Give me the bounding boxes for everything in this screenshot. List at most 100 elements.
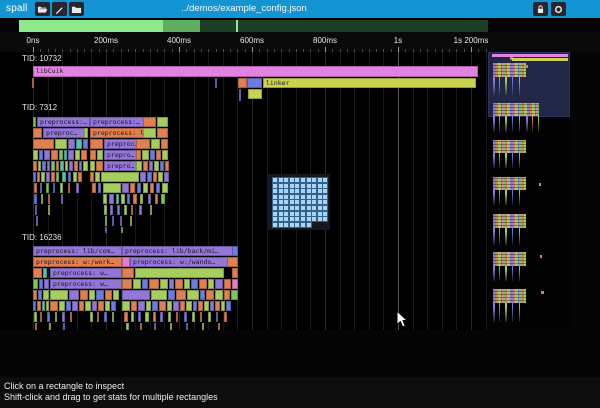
flame-rect[interactable]	[150, 205, 152, 215]
flame-rect[interactable]	[160, 312, 163, 322]
flame-rect[interactable]	[33, 279, 38, 289]
flame-rect[interactable]	[156, 150, 161, 160]
flame-rect[interactable]	[238, 78, 247, 88]
flame-rect[interactable]	[133, 279, 141, 289]
flame-rect[interactable]	[40, 312, 42, 322]
flame-rect[interactable]	[135, 268, 224, 278]
flame-rect[interactable]	[83, 139, 88, 149]
flame-rect[interactable]	[184, 279, 190, 289]
flame-rect[interactable]	[51, 161, 55, 171]
flame-rect[interactable]	[105, 216, 107, 226]
flame-rect[interactable]	[34, 183, 37, 193]
flame-rect[interactable]	[126, 323, 129, 330]
flame-rect[interactable]	[48, 205, 50, 215]
flame-rect[interactable]	[162, 150, 168, 160]
flame-rect[interactable]: preprocess: lib/com…	[33, 246, 122, 256]
flame-rect[interactable]	[109, 194, 114, 204]
flame-rect[interactable]	[147, 172, 152, 182]
flame-rect[interactable]	[192, 312, 195, 322]
flame-rect[interactable]	[131, 205, 133, 215]
flame-rect[interactable]: preproc…	[104, 139, 138, 149]
flame-rect[interactable]	[168, 290, 175, 300]
flame-rect[interactable]	[36, 216, 38, 226]
flame-rect[interactable]	[73, 172, 77, 182]
flame-rect[interactable]	[90, 150, 96, 160]
flame-rect[interactable]	[85, 301, 91, 311]
flame-rect[interactable]	[92, 301, 97, 311]
flame-rect[interactable]	[200, 290, 205, 300]
flame-rect[interactable]	[137, 183, 141, 193]
flame-rect[interactable]	[79, 161, 82, 171]
flame-rect[interactable]	[68, 172, 71, 182]
flame-rect[interactable]	[153, 312, 156, 322]
flame-rect[interactable]	[156, 183, 160, 193]
flame-rect[interactable]	[117, 205, 120, 215]
flame-rect[interactable]	[121, 194, 125, 204]
flame-rect[interactable]	[38, 161, 41, 171]
flame-rect[interactable]	[43, 268, 47, 278]
flame-rect[interactable]	[133, 194, 137, 204]
flame-rect[interactable]	[33, 139, 54, 149]
flame-rect[interactable]	[90, 312, 93, 322]
flame-rect[interactable]	[110, 205, 113, 215]
flame-rect[interactable]	[180, 301, 185, 311]
flame-rect[interactable]	[186, 301, 192, 311]
flame-rect[interactable]	[150, 183, 154, 193]
flame-rect[interactable]	[122, 290, 150, 300]
flame-rect[interactable]	[122, 268, 134, 278]
flame-rect[interactable]	[232, 268, 238, 278]
flame-rect[interactable]	[204, 301, 209, 311]
flame-rect[interactable]: preprocess: l…	[90, 128, 145, 138]
flame-rect[interactable]	[63, 323, 65, 330]
flame-rect[interactable]	[168, 312, 171, 322]
flame-rect[interactable]	[206, 290, 214, 300]
event-dot[interactable]	[322, 216, 328, 222]
flame-rect[interactable]	[200, 312, 202, 322]
flame-rect[interactable]	[90, 161, 95, 171]
flame-rect[interactable]	[44, 279, 49, 289]
flame-rect[interactable]	[56, 161, 59, 171]
flame-rect[interactable]	[232, 279, 238, 289]
flame-rect[interactable]	[42, 301, 45, 311]
flame-rect[interactable]	[154, 323, 156, 330]
flame-rect[interactable]: preprocess:…	[90, 117, 145, 127]
flame-rect[interactable]	[105, 301, 110, 311]
flame-rect[interactable]	[68, 183, 70, 193]
flame-rect[interactable]	[173, 301, 179, 311]
flame-rect[interactable]	[160, 161, 164, 171]
flame-rect[interactable]	[47, 312, 50, 322]
settings-button[interactable]	[551, 2, 566, 16]
flame-rect[interactable]	[208, 279, 214, 289]
flame-rect[interactable]	[187, 290, 199, 300]
flame-rect[interactable]	[121, 227, 123, 233]
flame-rect[interactable]	[84, 128, 88, 138]
flame-rect[interactable]	[96, 161, 103, 171]
flame-rect[interactable]	[224, 279, 231, 289]
flame-rect[interactable]	[37, 301, 41, 311]
flame-rect[interactable]	[157, 128, 168, 138]
flame-rect[interactable]	[146, 301, 151, 311]
flame-rect[interactable]	[131, 312, 134, 322]
flame-rect[interactable]	[59, 150, 63, 160]
flame-rect[interactable]	[37, 172, 40, 182]
flame-rect[interactable]	[33, 117, 36, 127]
event-dot[interactable]	[306, 222, 312, 228]
flame-rect[interactable]	[46, 172, 50, 182]
flame-rect[interactable]	[122, 257, 130, 267]
flame-rect[interactable]	[208, 312, 211, 322]
flame-rect[interactable]	[167, 301, 172, 311]
flamegraph-view[interactable]: TID: 10732TID: 7312TID: 16236 libCuiklin…	[0, 52, 488, 330]
flame-rect[interactable]	[136, 161, 142, 171]
flame-rect[interactable]	[62, 172, 66, 182]
flame-rect[interactable]	[39, 150, 43, 160]
flame-rect[interactable]	[154, 161, 159, 171]
flame-rect[interactable]	[60, 183, 63, 193]
flame-rect[interactable]	[122, 183, 129, 193]
flame-rect[interactable]	[157, 117, 168, 127]
flame-rect[interactable]	[92, 183, 96, 193]
flame-rect[interactable]	[215, 78, 217, 88]
flame-rect[interactable]	[90, 139, 103, 149]
flame-rect[interactable]	[61, 194, 63, 204]
flame-rect[interactable]	[103, 194, 107, 204]
flame-rect[interactable]: preprocess:…	[37, 117, 90, 127]
